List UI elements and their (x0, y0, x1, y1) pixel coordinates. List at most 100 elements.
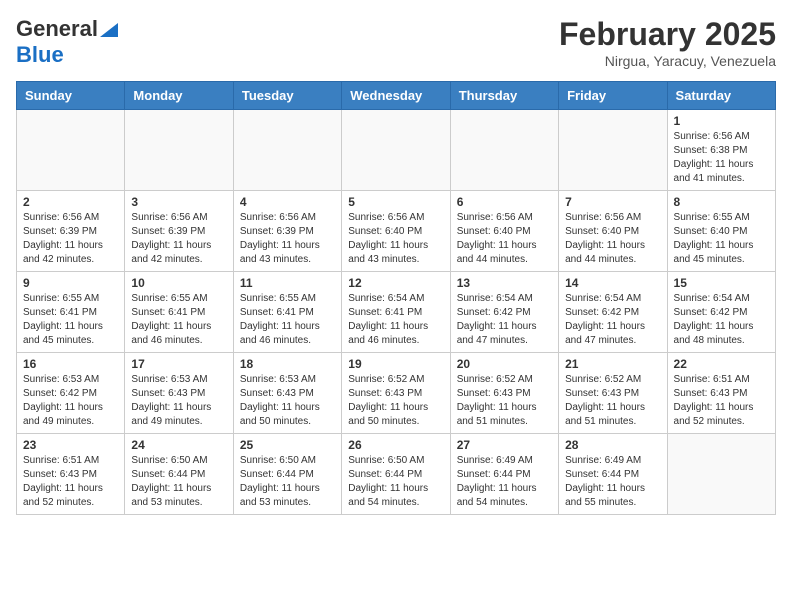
day-number: 27 (457, 438, 552, 452)
calendar-cell: 17 Sunrise: 6:53 AMSunset: 6:43 PMDayligh… (125, 353, 233, 434)
week-row-4: 16Sunrise: 6:53 AMSunset: 6:42 PMDayligh… (17, 353, 776, 434)
week-row-1: 1 Sunrise: 6:56 AMSunset: 6:38 PMDaylight… (17, 110, 776, 191)
weekday-header-thursday: Thursday (450, 82, 558, 110)
weekday-header-saturday: Saturday (667, 82, 775, 110)
day-number: 9 (23, 276, 118, 290)
calendar-cell: 22 Sunrise: 6:51 AMSunset: 6:43 PMDayligh… (667, 353, 775, 434)
day-info: Sunrise: 6:55 AMSunset: 6:41 PMDaylight:… (23, 292, 118, 348)
day-info: Sunrise: 6:51 AMSunset: 6:43 PMDaylight:… (23, 454, 118, 510)
calendar-cell: 15 Sunrise: 6:54 AMSunset: 6:42 PMDayligh… (667, 272, 775, 353)
day-number: 10 (131, 276, 226, 290)
day-number: 8 (674, 195, 769, 209)
logo: General Blue (16, 16, 118, 68)
day-info: Sunrise: 6:50 AMSunset: 6:44 PMDaylight:… (240, 454, 335, 510)
calendar-cell: 1 Sunrise: 6:56 AMSunset: 6:38 PMDaylight… (667, 110, 775, 191)
day-number: 17 (131, 357, 226, 371)
logo-blue: Blue (16, 42, 64, 67)
day-info: Sunrise: 6:56 AMSunset: 6:39 PMDaylight:… (23, 211, 118, 267)
day-info: Sunrise: 6:54 AMSunset: 6:42 PMDaylight:… (457, 292, 552, 348)
day-number: 12 (348, 276, 443, 290)
day-number: 18 (240, 357, 335, 371)
logo-general: General (16, 16, 98, 42)
day-info: Sunrise: 6:53 AMSunset: 6:43 PMDaylight:… (240, 373, 335, 429)
day-number: 21 (565, 357, 660, 371)
logo-arrow-icon (100, 19, 118, 37)
day-info: Sunrise: 6:55 AMSunset: 6:41 PMDaylight:… (240, 292, 335, 348)
day-info: Sunrise: 6:55 AMSunset: 6:40 PMDaylight:… (674, 211, 769, 267)
calendar-cell: 20 Sunrise: 6:52 AMSunset: 6:43 PMDayligh… (450, 353, 558, 434)
day-number: 19 (348, 357, 443, 371)
calendar-cell (667, 434, 775, 515)
calendar-cell: 2 Sunrise: 6:56 AMSunset: 6:39 PMDaylight… (17, 191, 125, 272)
week-row-3: 9 Sunrise: 6:55 AMSunset: 6:41 PMDaylight… (17, 272, 776, 353)
calendar-cell: 24 Sunrise: 6:50 AMSunset: 6:44 PMDayligh… (125, 434, 233, 515)
weekday-header-friday: Friday (559, 82, 667, 110)
weekday-header-sunday: Sunday (17, 82, 125, 110)
day-number: 16 (23, 357, 118, 371)
calendar-cell: 23 Sunrise: 6:51 AMSunset: 6:43 PMDayligh… (17, 434, 125, 515)
week-row-5: 23 Sunrise: 6:51 AMSunset: 6:43 PMDayligh… (17, 434, 776, 515)
calendar-cell: 14 Sunrise: 6:54 AMSunset: 6:42 PMDayligh… (559, 272, 667, 353)
day-number: 3 (131, 195, 226, 209)
calendar-cell: 25 Sunrise: 6:50 AMSunset: 6:44 PMDayligh… (233, 434, 341, 515)
day-info: Sunrise: 6:52 AMSunset: 6:43 PMDaylight:… (457, 373, 552, 429)
calendar-cell: 13 Sunrise: 6:54 AMSunset: 6:42 PMDayligh… (450, 272, 558, 353)
calendar-cell (559, 110, 667, 191)
calendar-cell: 16Sunrise: 6:53 AMSunset: 6:42 PMDayligh… (17, 353, 125, 434)
calendar-cell: 10Sunrise: 6:55 AMSunset: 6:41 PMDayligh… (125, 272, 233, 353)
calendar-cell: 11 Sunrise: 6:55 AMSunset: 6:41 PMDayligh… (233, 272, 341, 353)
weekday-header-row: SundayMondayTuesdayWednesdayThursdayFrid… (17, 82, 776, 110)
calendar-cell: 3 Sunrise: 6:56 AMSunset: 6:39 PMDaylight… (125, 191, 233, 272)
calendar-cell (233, 110, 341, 191)
day-number: 14 (565, 276, 660, 290)
day-info: Sunrise: 6:56 AMSunset: 6:40 PMDaylight:… (565, 211, 660, 267)
calendar-cell: 7 Sunrise: 6:56 AMSunset: 6:40 PMDaylight… (559, 191, 667, 272)
day-info: Sunrise: 6:54 AMSunset: 6:41 PMDaylight:… (348, 292, 443, 348)
day-info: Sunrise: 6:56 AMSunset: 6:39 PMDaylight:… (131, 211, 226, 267)
day-number: 22 (674, 357, 769, 371)
day-info: Sunrise: 6:51 AMSunset: 6:43 PMDaylight:… (674, 373, 769, 429)
day-number: 24 (131, 438, 226, 452)
calendar-cell (342, 110, 450, 191)
day-info: Sunrise: 6:56 AMSunset: 6:40 PMDaylight:… (457, 211, 552, 267)
calendar-cell (17, 110, 125, 191)
day-info: Sunrise: 6:56 AMSunset: 6:39 PMDaylight:… (240, 211, 335, 267)
weekday-header-tuesday: Tuesday (233, 82, 341, 110)
day-number: 7 (565, 195, 660, 209)
day-info: Sunrise: 6:54 AMSunset: 6:42 PMDaylight:… (674, 292, 769, 348)
day-number: 11 (240, 276, 335, 290)
day-number: 6 (457, 195, 552, 209)
day-number: 28 (565, 438, 660, 452)
day-info: Sunrise: 6:49 AMSunset: 6:44 PMDaylight:… (457, 454, 552, 510)
day-info: Sunrise: 6:54 AMSunset: 6:42 PMDaylight:… (565, 292, 660, 348)
calendar-cell: 4Sunrise: 6:56 AMSunset: 6:39 PMDaylight… (233, 191, 341, 272)
day-info: Sunrise: 6:52 AMSunset: 6:43 PMDaylight:… (348, 373, 443, 429)
day-number: 1 (674, 114, 769, 128)
page-subtitle: Nirgua, Yaracuy, Venezuela (559, 53, 776, 69)
day-info: Sunrise: 6:56 AMSunset: 6:40 PMDaylight:… (348, 211, 443, 267)
day-info: Sunrise: 6:49 AMSunset: 6:44 PMDaylight:… (565, 454, 660, 510)
day-info: Sunrise: 6:52 AMSunset: 6:43 PMDaylight:… (565, 373, 660, 429)
day-number: 26 (348, 438, 443, 452)
weekday-header-wednesday: Wednesday (342, 82, 450, 110)
weekday-header-monday: Monday (125, 82, 233, 110)
day-number: 23 (23, 438, 118, 452)
day-number: 15 (674, 276, 769, 290)
day-info: Sunrise: 6:50 AMSunset: 6:44 PMDaylight:… (131, 454, 226, 510)
calendar-cell: 8 Sunrise: 6:55 AMSunset: 6:40 PMDaylight… (667, 191, 775, 272)
day-number: 5 (348, 195, 443, 209)
calendar-cell: 19 Sunrise: 6:52 AMSunset: 6:43 PMDayligh… (342, 353, 450, 434)
day-info: Sunrise: 6:56 AMSunset: 6:38 PMDaylight:… (674, 130, 769, 186)
calendar-cell (125, 110, 233, 191)
calendar-cell: 27 Sunrise: 6:49 AMSunset: 6:44 PMDayligh… (450, 434, 558, 515)
title-block: February 2025 Nirgua, Yaracuy, Venezuela (559, 16, 776, 69)
day-info: Sunrise: 6:53 AMSunset: 6:43 PMDaylight:… (131, 373, 226, 429)
calendar-cell: 12 Sunrise: 6:54 AMSunset: 6:41 PMDayligh… (342, 272, 450, 353)
calendar-cell: 9 Sunrise: 6:55 AMSunset: 6:41 PMDaylight… (17, 272, 125, 353)
day-number: 2 (23, 195, 118, 209)
day-number: 25 (240, 438, 335, 452)
day-number: 20 (457, 357, 552, 371)
day-number: 13 (457, 276, 552, 290)
calendar-cell: 28 Sunrise: 6:49 AMSunset: 6:44 PMDayligh… (559, 434, 667, 515)
calendar-cell: 26Sunrise: 6:50 AMSunset: 6:44 PMDayligh… (342, 434, 450, 515)
